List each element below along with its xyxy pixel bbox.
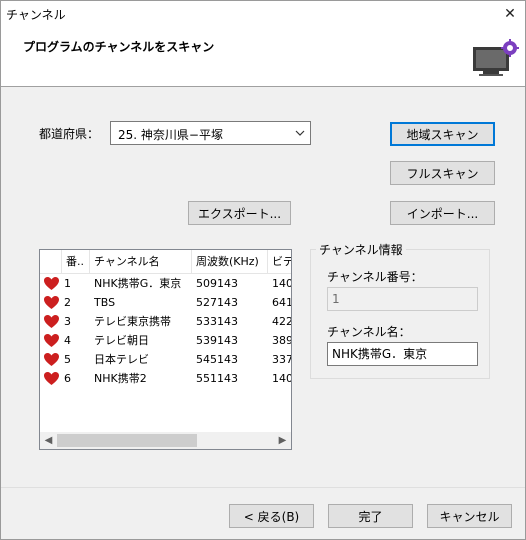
close-button[interactable]: ✕ [495, 1, 525, 27]
channel-frequency: 551143 [196, 372, 238, 385]
channel-list[interactable]: 番.. チャンネル名 周波数(KHz) ビデ 1 NHK携帯G．東京 50914… [39, 249, 292, 450]
page-title: プログラムのチャンネルをスキャン [23, 40, 215, 54]
scroll-thumb[interactable] [57, 434, 197, 447]
channel-name: NHK携帯2 [94, 372, 147, 385]
col-video[interactable]: ビデ [268, 250, 291, 274]
channel-frequency: 509143 [196, 277, 238, 290]
channel-frequency: 527143 [196, 296, 238, 309]
col-channel-name[interactable]: チャンネル名 [90, 250, 192, 274]
channel-name: NHK携帯G．東京 [94, 277, 182, 290]
heart-icon [44, 315, 59, 328]
channel-name: テレビ朝日 [94, 334, 149, 347]
heart-icon [44, 334, 59, 347]
channel-name: 日本テレビ [94, 353, 149, 366]
channel-number: 3 [64, 315, 71, 328]
channel-info-title: チャンネル情報 [316, 241, 406, 258]
channel-number: 1 [64, 277, 71, 290]
col-frequency[interactable]: 周波数(KHz) [192, 250, 268, 274]
heart-icon [44, 353, 59, 366]
prefecture-value: 25. 神奈川県−平塚 [118, 128, 223, 142]
channel-number-label: チャンネル番号： [327, 270, 423, 284]
channel-frequency: 539143 [196, 334, 238, 347]
prefecture-select[interactable]: 25. 神奈川県−平塚 [110, 121, 311, 145]
channel-video: 140 [272, 277, 292, 290]
channel-video: 641 [272, 296, 292, 309]
channel-video: 389 [272, 334, 292, 347]
list-item[interactable]: 6 NHK携帯2 551143 140 [40, 369, 292, 388]
scroll-left-icon[interactable]: ◀ [40, 432, 57, 449]
list-item[interactable]: 3 テレビ東京携帯 533143 422 [40, 312, 292, 331]
heart-icon [44, 372, 59, 385]
channel-number-field: 1 [327, 287, 478, 311]
back-button[interactable]: < 戻る(B) [229, 504, 314, 528]
channel-name-label: チャンネル名： [327, 325, 411, 339]
channel-number: 4 [64, 334, 71, 347]
channel-number: 5 [64, 353, 71, 366]
import-button[interactable]: インポート... [390, 201, 495, 225]
col-number[interactable]: 番.. [62, 250, 90, 274]
finish-button[interactable]: 完了 [328, 504, 413, 528]
prefecture-label: 都道府県： [39, 127, 100, 141]
list-item[interactable]: 5 日本テレビ 545143 337 [40, 350, 292, 369]
window-title: チャンネル [6, 8, 66, 22]
area-scan-button[interactable]: 地域スキャン [390, 122, 495, 146]
channel-frequency: 545143 [196, 353, 238, 366]
col-spacer [40, 250, 62, 274]
channel-video: 422 [272, 315, 292, 328]
scroll-right-icon[interactable]: ▶ [274, 432, 291, 449]
cancel-button[interactable]: キャンセル [427, 504, 512, 528]
full-scan-button[interactable]: フルスキャン [390, 161, 495, 185]
wizard-header: プログラムのチャンネルをスキャン [1, 27, 525, 87]
list-item[interactable]: 2 TBS 527143 641 [40, 293, 292, 312]
channel-video: 337 [272, 353, 292, 366]
channel-frequency: 533143 [196, 315, 238, 328]
channel-name-field[interactable]: NHK携帯G．東京 [327, 342, 478, 366]
chevron-down-icon [295, 130, 305, 136]
channel-name: テレビ東京携帯 [94, 315, 171, 328]
heart-icon [44, 296, 59, 309]
title-bar: チャンネル ✕ [1, 1, 525, 27]
channel-video: 140 [272, 372, 292, 385]
heart-icon [44, 277, 59, 290]
list-item[interactable]: 1 NHK携帯G．東京 509143 140 [40, 274, 292, 293]
footer-divider [1, 487, 525, 488]
channel-scan-dialog: チャンネル ✕ プログラムのチャンネルをスキャン 都道府県： 25. 神奈川県−… [0, 0, 526, 540]
list-item[interactable]: 4 テレビ朝日 539143 389 [40, 331, 292, 350]
export-button[interactable]: エクスポート... [188, 201, 291, 225]
channel-list-header: 番.. チャンネル名 周波数(KHz) ビデ [40, 250, 291, 274]
horizontal-scrollbar[interactable]: ◀ ▶ [40, 432, 291, 449]
tv-settings-icon [473, 39, 519, 76]
channel-number: 6 [64, 372, 71, 385]
channel-number: 2 [64, 296, 71, 309]
channel-name: TBS [94, 296, 116, 309]
